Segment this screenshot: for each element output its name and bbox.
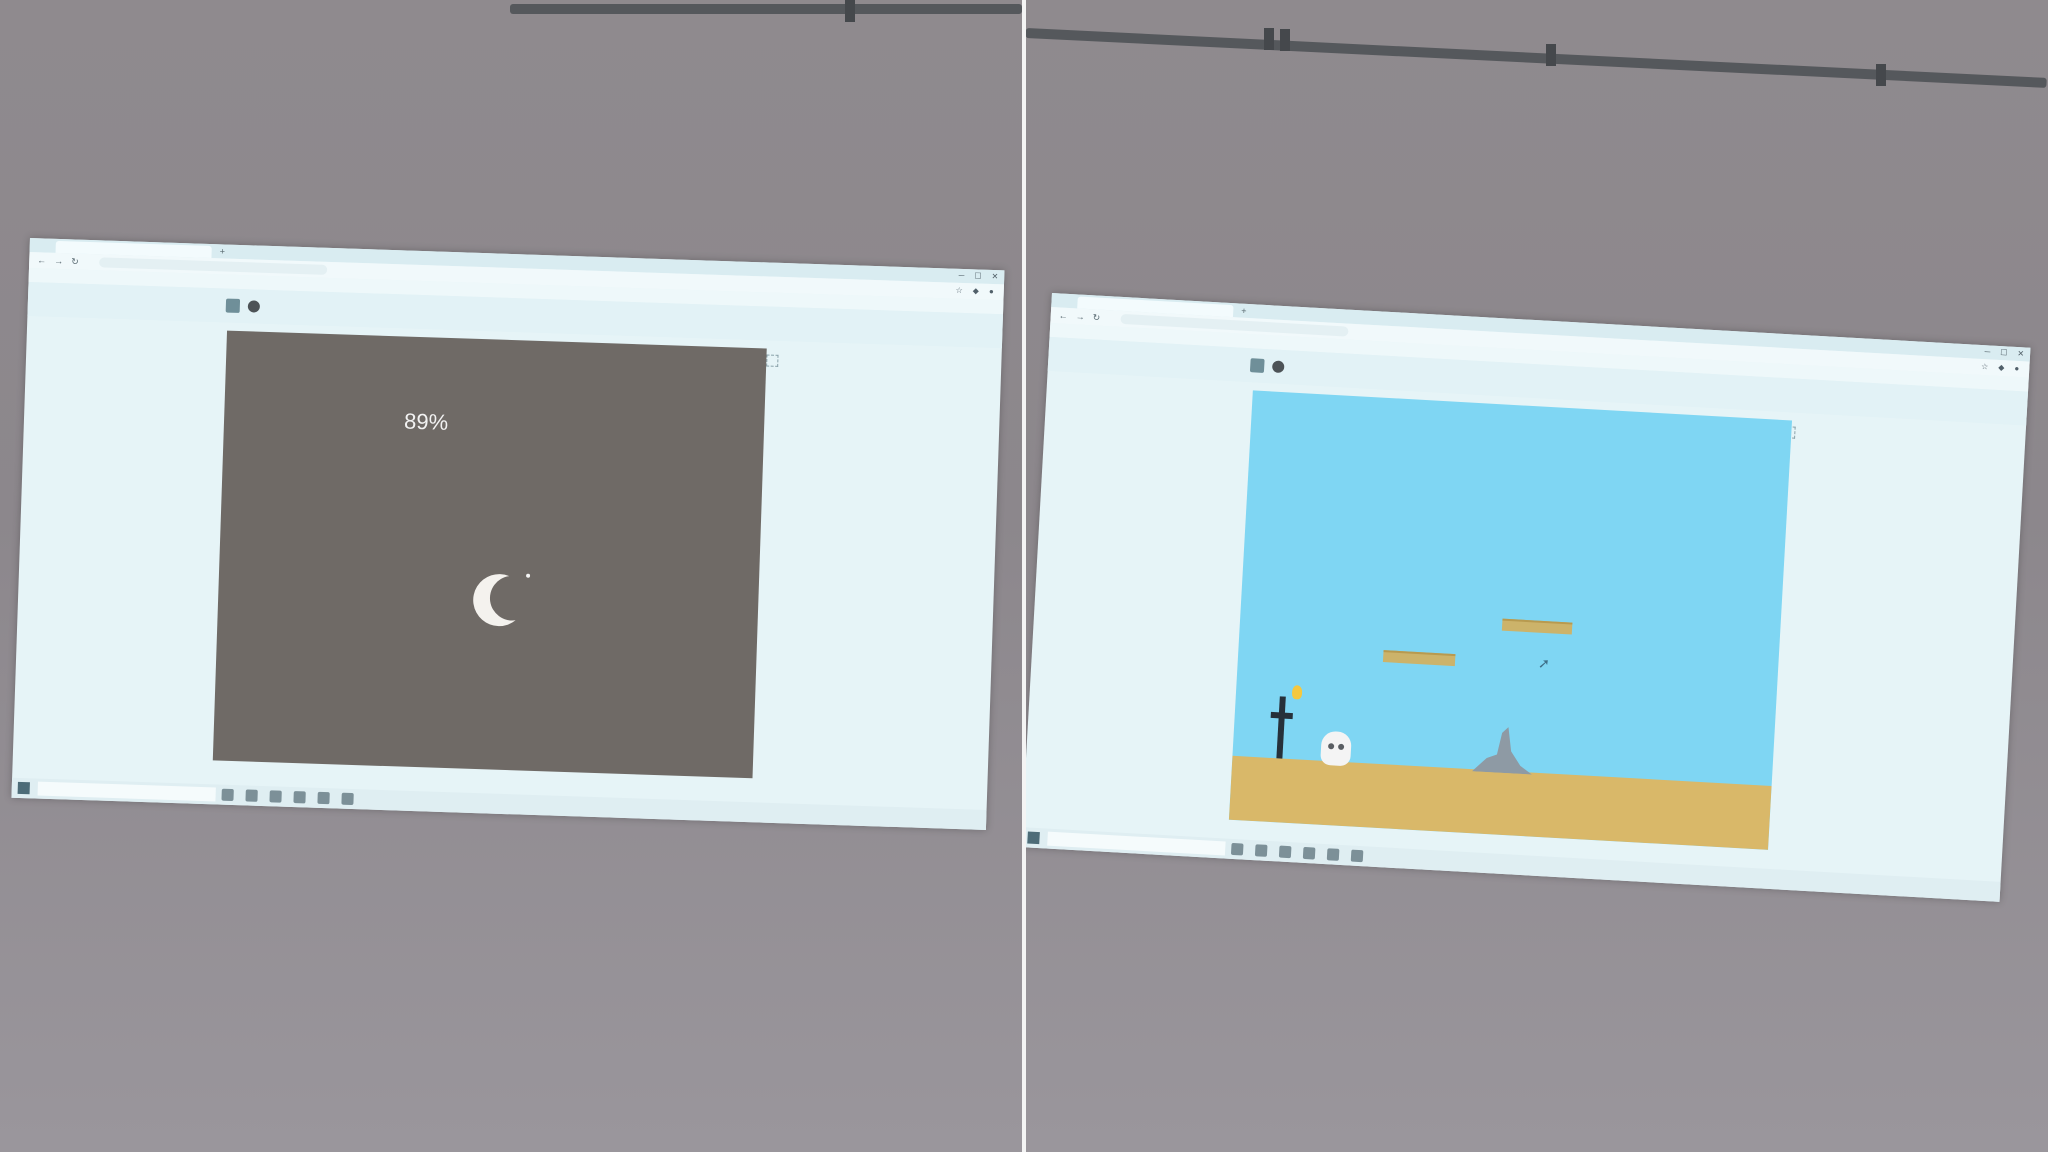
ceiling-rail — [1026, 28, 2047, 88]
os-taskbar — [1026, 827, 2001, 902]
site-logo-icon[interactable] — [1249, 358, 1265, 373]
task-view-icon[interactable] — [221, 788, 234, 802]
user-avatar[interactable] — [1271, 360, 1285, 374]
taskbar-apps — [221, 788, 354, 806]
floating-platform — [1501, 618, 1573, 635]
minimize-icon[interactable]: ─ — [959, 270, 965, 282]
nav-buttons: ← → ↻ — [37, 255, 79, 266]
new-tab-icon[interactable]: + — [219, 246, 225, 256]
app-icon[interactable] — [1350, 849, 1364, 863]
rail-clip — [1280, 29, 1290, 51]
window-controls: ─ ☐ ✕ — [959, 270, 999, 283]
projected-screen: + ─ ☐ ✕ ← → ↻ ☆ ◆ ● — [1026, 293, 2031, 902]
star-icon[interactable]: ☆ — [1981, 362, 1989, 372]
spinner-dot-icon — [526, 573, 531, 578]
rail-clip — [845, 0, 855, 22]
reload-icon[interactable]: ↻ — [1092, 312, 1100, 322]
forward-icon[interactable]: → — [1075, 311, 1085, 321]
site-logo-icon[interactable] — [225, 298, 241, 313]
reload-icon[interactable]: ↻ — [71, 256, 79, 266]
forward-icon[interactable]: → — [54, 256, 63, 266]
taskbar-search[interactable] — [1047, 831, 1226, 856]
window-controls: ─ ☐ ✕ — [1984, 346, 2024, 360]
projected-screen: + ─ ☐ ✕ ← → ↻ ☆ ◆ ● — [11, 238, 1005, 831]
maximize-icon[interactable]: ☐ — [974, 270, 982, 282]
user-avatar[interactable] — [247, 300, 261, 313]
rail-clip — [1876, 64, 1886, 86]
close-icon[interactable]: ✕ — [991, 271, 998, 283]
browser-icon[interactable] — [1278, 845, 1292, 859]
rail-clip — [1546, 44, 1556, 66]
photo-panel-game: + ─ ☐ ✕ ← → ↻ ☆ ◆ ● ➚ — [1026, 0, 2048, 1152]
start-icon[interactable] — [17, 781, 30, 795]
skull-eye — [1327, 743, 1335, 750]
star-icon[interactable]: ☆ — [955, 286, 962, 296]
taskbar-search[interactable] — [37, 781, 216, 802]
nav-buttons: ← → ↻ — [1058, 310, 1100, 322]
os-taskbar — [11, 777, 987, 831]
loading-percentage: 89% — [403, 408, 449, 435]
extension-icons: ☆ ◆ ● — [1981, 362, 2020, 374]
mail-icon[interactable] — [1302, 846, 1316, 860]
extension-icon[interactable]: ◆ — [1998, 363, 2005, 373]
close-icon[interactable]: ✕ — [2017, 348, 2024, 360]
taskbar-apps — [1230, 842, 1364, 863]
minimize-icon[interactable]: ─ — [1984, 346, 1990, 358]
skull-character — [1320, 730, 1352, 767]
store-icon[interactable] — [1326, 848, 1340, 861]
app-icon[interactable] — [341, 792, 354, 806]
profile-icon[interactable]: ● — [2014, 364, 2019, 374]
start-icon[interactable] — [1027, 831, 1040, 845]
back-icon[interactable]: ← — [37, 255, 46, 265]
browser-icon[interactable] — [269, 790, 282, 803]
skull-eye — [1337, 743, 1345, 751]
mouse-cursor-icon: ➚ — [1537, 654, 1551, 672]
rail-clip — [1264, 28, 1274, 50]
rock-spire — [1471, 727, 1532, 775]
ceiling-rail — [510, 4, 1022, 14]
crescent-moon-icon — [473, 574, 516, 627]
photo-panel-loading: + ─ ☐ ✕ ← → ↻ ☆ ◆ ● 89% — [0, 0, 1022, 1152]
torch-flame-icon — [1291, 685, 1303, 700]
game-canvas-level[interactable]: ➚ — [1228, 390, 1793, 850]
new-tab-icon[interactable]: + — [1241, 306, 1247, 316]
extension-icons: ☆ ◆ ● — [955, 286, 993, 297]
game-canvas-loading[interactable]: 89% — [212, 330, 767, 779]
torch-cross-bar — [1270, 711, 1293, 720]
store-icon[interactable] — [317, 791, 330, 805]
fullscreen-icon[interactable] — [766, 354, 779, 367]
task-view-icon[interactable] — [1230, 842, 1244, 856]
profile-icon[interactable]: ● — [989, 287, 994, 297]
mail-icon[interactable] — [293, 791, 306, 804]
back-icon[interactable]: ← — [1058, 310, 1068, 320]
file-explorer-icon[interactable] — [1254, 844, 1268, 857]
maximize-icon[interactable]: ☐ — [2000, 347, 2008, 359]
torch-cross-post — [1276, 696, 1286, 759]
extension-icon[interactable]: ◆ — [973, 286, 979, 296]
file-explorer-icon[interactable] — [245, 789, 258, 802]
floating-platform — [1382, 650, 1456, 667]
